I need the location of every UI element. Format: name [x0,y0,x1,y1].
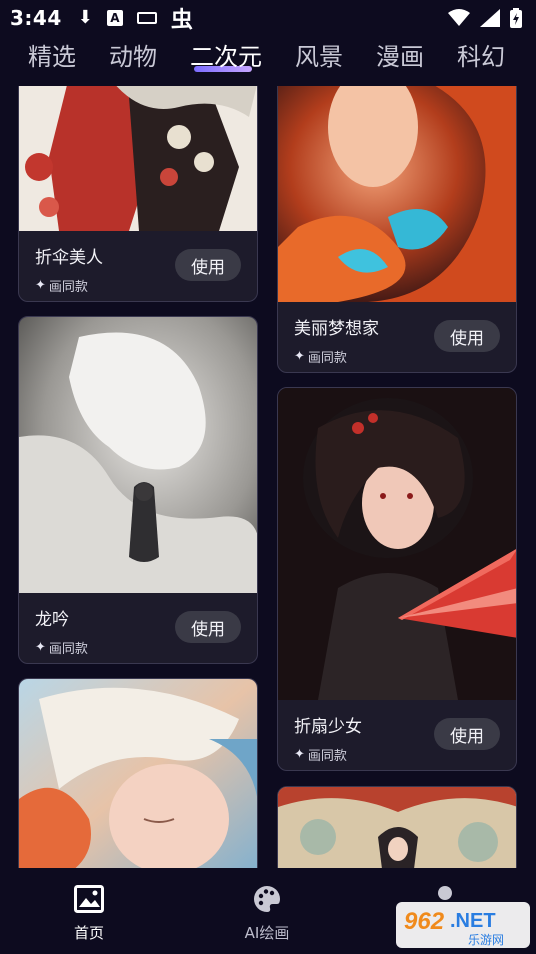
artwork-feed[interactable]: 折伞美人 ✦ 画同款 使用 美丽梦想家 ✦ 画同款 使用 龙吟 ✦ 画同款 使用… [0,86,536,868]
status-left-icons: ⬇ A 虫 [78,2,193,34]
use-button[interactable]: 使用 [175,611,241,643]
nav-home-label: 首页 [73,924,104,942]
card-info: 龙吟 ✦ 画同款 使用 [19,593,257,663]
svg-text:.NET: .NET [450,910,496,932]
watermark-logo: 962 .NET 乐游网 [396,902,530,948]
tab-erciyuan-label: 二次元 [190,42,262,71]
battery-icon [510,8,522,28]
sparkle-icon: ✦ [35,278,46,293]
artwork-image[interactable] [278,388,516,700]
category-tabs: 精选 动物 二次元 风景 漫画 科幻 [0,34,536,74]
tab-erciyuan[interactable]: 二次元 [190,37,262,72]
signal-icon [480,9,500,27]
sparkle-icon: ✦ [35,640,46,655]
card-info: 折伞美人 ✦ 画同款 使用 [19,231,257,301]
artwork-card[interactable]: 折伞美人 ✦ 画同款 使用 [18,86,258,302]
artwork-card[interactable]: 美丽梦想家 ✦ 画同款 使用 [277,86,517,373]
a-box-icon: A [106,10,123,26]
card-info: 美丽梦想家 ✦ 画同款 使用 [278,302,516,372]
artwork-card[interactable] [18,678,258,868]
download-icon: ⬇ [77,7,93,28]
image-icon [74,884,104,914]
keyboard-icon [136,12,157,24]
nav-home[interactable]: 首页 [0,868,178,954]
use-button[interactable]: 使用 [434,320,500,352]
wifi-icon [448,9,470,26]
nav-ai-painting-label: AI绘画 [244,924,290,942]
tab-jingxuan[interactable]: 精选 [28,37,76,72]
sparkle-icon: ✦ [294,747,305,762]
sparkle-icon: ✦ [294,349,305,364]
tab-fengjing[interactable]: 风景 [295,37,343,72]
artwork-card[interactable]: 折扇少女 ✦ 画同款 使用 [277,387,517,771]
artwork-image[interactable] [19,679,257,868]
use-button[interactable]: 使用 [434,718,500,750]
svg-text:乐游网: 乐游网 [468,933,504,947]
tab-manhua[interactable]: 漫画 [376,37,424,72]
artwork-image[interactable] [19,317,257,593]
svg-text:962: 962 [404,908,445,935]
artwork-image[interactable] [19,86,257,231]
use-button[interactable]: 使用 [175,249,241,281]
tab-dongwu[interactable]: 动物 [109,37,157,72]
artwork-card[interactable]: 龙吟 ✦ 画同款 使用 [18,316,258,664]
palette-icon [252,884,282,914]
artwork-card[interactable] [277,786,517,868]
card-info: 折扇少女 ✦ 画同款 使用 [278,700,516,770]
nav-ai-painting[interactable]: AI绘画 [178,868,356,954]
status-right-icons [448,8,522,28]
tab-kehuan[interactable]: 科幻 [457,37,505,72]
status-bar: 3:44 ⬇ A 虫 [0,0,536,36]
artwork-image[interactable] [278,86,516,302]
status-time: 3:44 [10,6,62,30]
bug-icon: 虫 [170,8,193,33]
artwork-image[interactable] [278,787,516,868]
